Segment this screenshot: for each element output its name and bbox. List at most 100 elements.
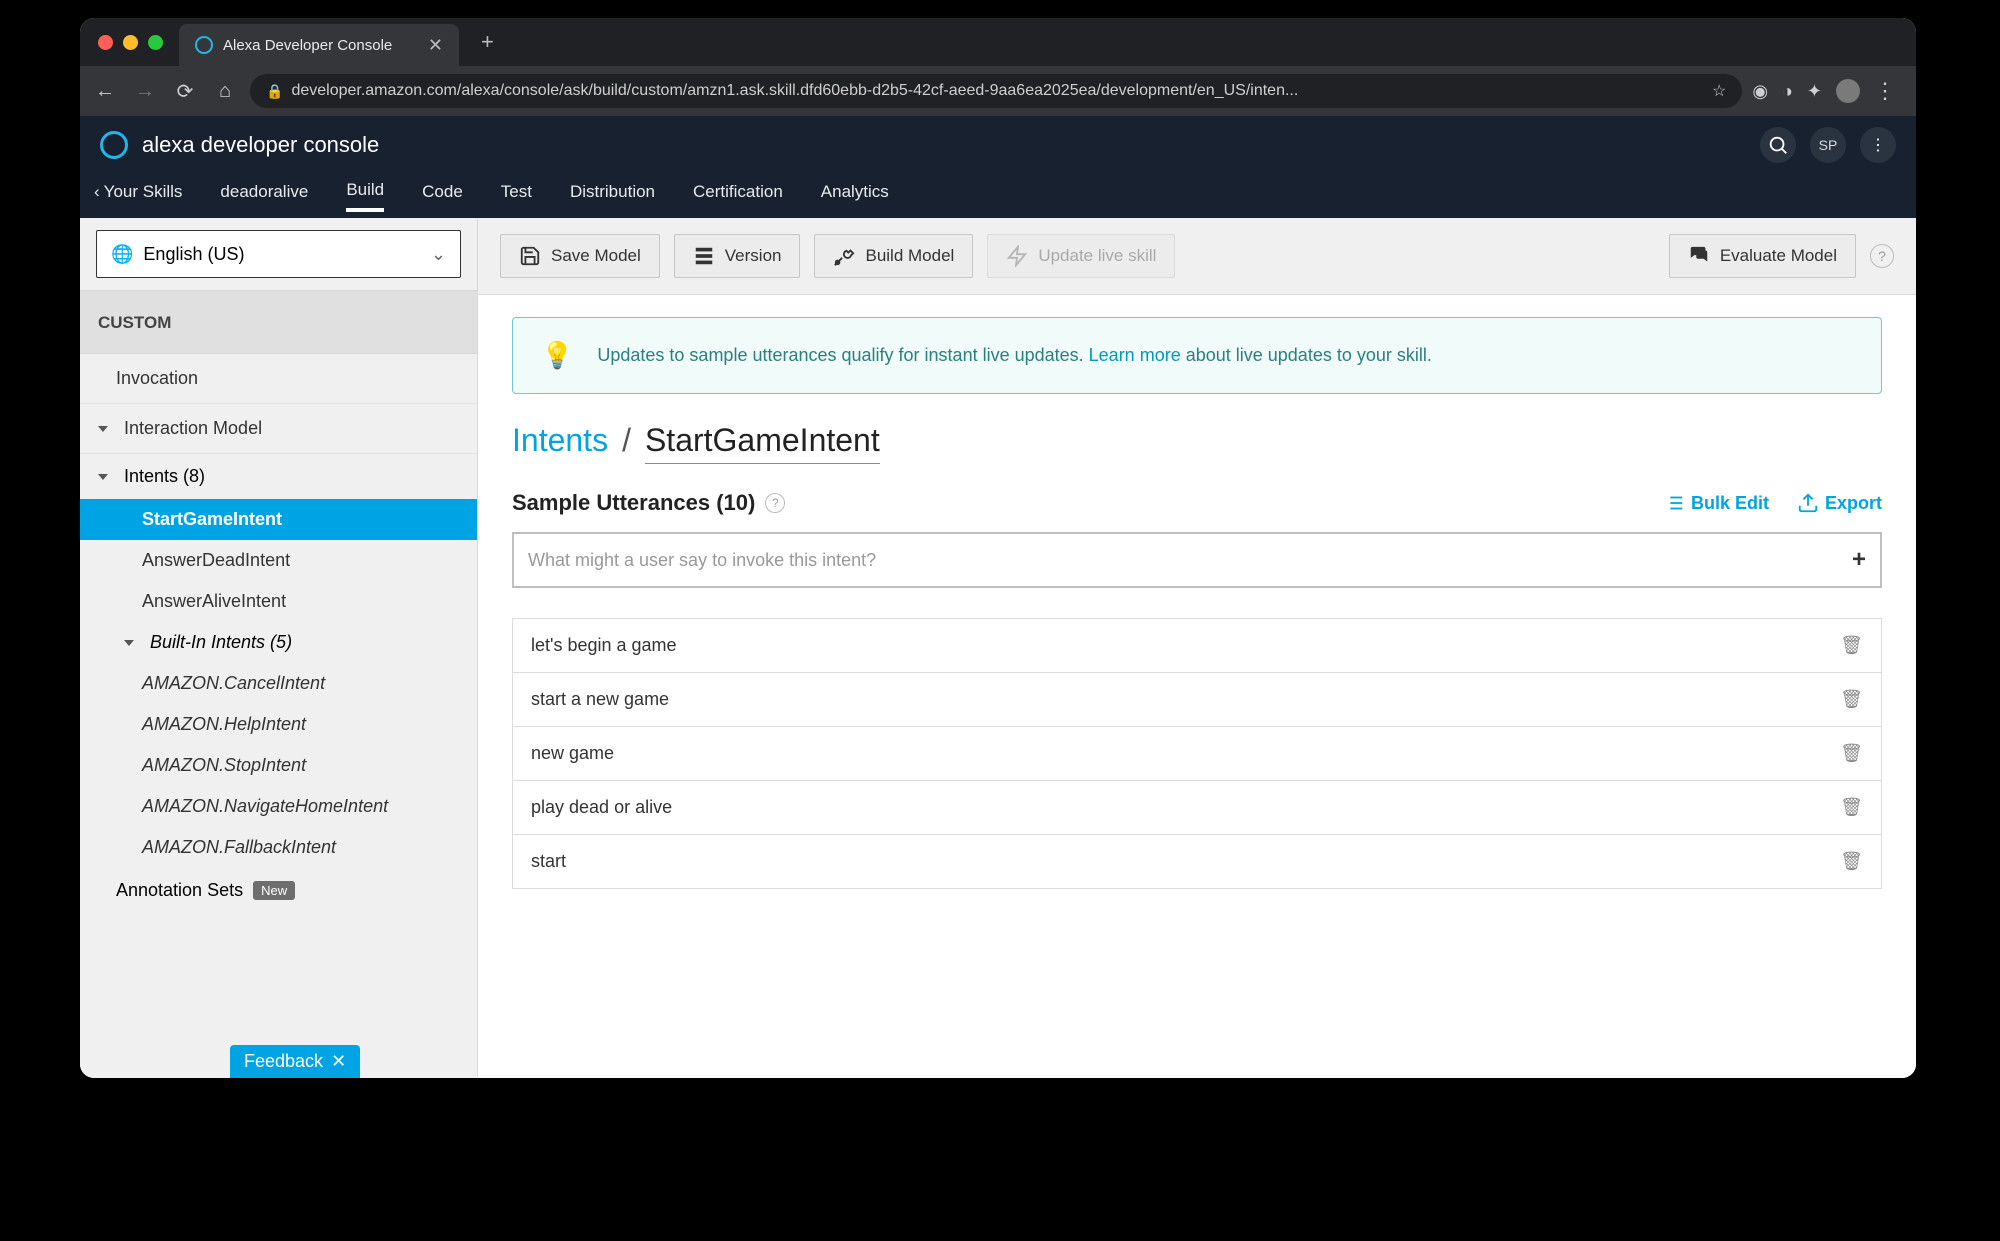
sidebar-item-invocation[interactable]: Invocation <box>80 354 477 404</box>
utterance-row[interactable]: new game 🗑 <box>513 727 1881 781</box>
annotation-sets-label: Annotation Sets <box>116 880 243 901</box>
utterance-text: let's begin a game <box>531 635 677 656</box>
breadcrumb-root[interactable]: Intents <box>512 422 608 459</box>
save-model-label: Save Model <box>551 246 641 266</box>
chat-icon <box>1688 245 1710 267</box>
sidebar-builtin-navigatehome[interactable]: AMAZON.NavigateHomeIntent <box>80 786 477 827</box>
console-nav: ‹ Your Skills deadoralive Build Code Tes… <box>80 174 1916 218</box>
feedback-button[interactable]: Feedback ✕ <box>230 1045 360 1078</box>
sidebar-item-intents[interactable]: Intents (8) <box>80 454 477 499</box>
close-icon[interactable]: ✕ <box>331 1051 346 1072</box>
update-live-skill-button: Update live skill <box>987 234 1175 278</box>
extension-icon[interactable]: ◑ <box>1782 81 1793 102</box>
nav-tab-test[interactable]: Test <box>501 182 532 210</box>
nav-tab-distribution[interactable]: Distribution <box>570 182 655 210</box>
banner-text-post: about live updates to your skill. <box>1181 345 1432 365</box>
address-bar[interactable]: 🔒 developer.amazon.com/alexa/console/ask… <box>250 74 1742 108</box>
wrench-icon <box>833 245 855 267</box>
new-tab-button[interactable]: + <box>467 29 508 55</box>
sidebar-intent-answeralive[interactable]: AnswerAliveIntent <box>80 581 477 622</box>
utterance-row[interactable]: start 🗑 <box>513 835 1881 888</box>
extension-puzzle-icon[interactable]: ✦ <box>1807 81 1822 102</box>
alexa-logo-icon <box>100 131 128 159</box>
version-button[interactable]: Version <box>674 234 801 278</box>
info-banner-text: Updates to sample utterances qualify for… <box>597 345 1431 366</box>
forward-icon[interactable]: → <box>130 80 160 103</box>
sidebar-builtin-stop[interactable]: AMAZON.StopIntent <box>80 745 477 786</box>
sidebar-item-annotation-sets[interactable]: Annotation Sets New <box>80 868 477 911</box>
chevron-left-icon: ‹ <box>94 182 100 202</box>
sample-utterances-header: Sample Utterances (10) ? Bulk Edit Expor… <box>512 490 1882 516</box>
trash-icon[interactable]: 🗑 <box>1840 635 1863 656</box>
nav-back-label: Your Skills <box>104 182 183 202</box>
help-icon[interactable]: ? <box>765 493 785 513</box>
home-icon[interactable]: ⌂ <box>210 80 240 103</box>
utterance-row[interactable]: start a new game 🗑 <box>513 673 1881 727</box>
build-model-button[interactable]: Build Model <box>814 234 973 278</box>
search-icon <box>1767 134 1789 156</box>
browser-tabbar: Alexa Developer Console ✕ + <box>80 18 1916 66</box>
main-area: 🌐 English (US) ⌄ CUSTOM Invocation Inter… <box>80 218 1916 1078</box>
sidebar-builtin-cancel[interactable]: AMAZON.CancelIntent <box>80 663 477 704</box>
language-selector[interactable]: 🌐 English (US) ⌄ <box>96 230 461 278</box>
nav-tab-certification[interactable]: Certification <box>693 182 783 210</box>
trash-icon[interactable]: 🗑 <box>1840 743 1863 764</box>
close-tab-icon[interactable]: ✕ <box>428 35 443 56</box>
save-model-button[interactable]: Save Model <box>500 234 660 278</box>
close-window-icon[interactable] <box>98 35 113 50</box>
utterance-text: start a new game <box>531 689 669 710</box>
language-label: English (US) <box>143 244 244 265</box>
build-model-label: Build Model <box>865 246 954 266</box>
reload-icon[interactable]: ⟳ <box>170 79 200 104</box>
sidebar-builtin-help[interactable]: AMAZON.HelpIntent <box>80 704 477 745</box>
sidebar-item-builtin-intents[interactable]: Built-In Intents (5) <box>80 622 477 663</box>
browser-tab[interactable]: Alexa Developer Console ✕ <box>179 24 459 66</box>
console-menu-button[interactable]: ⋮ <box>1860 127 1896 163</box>
utterance-row[interactable]: let's begin a game 🗑 <box>513 619 1881 673</box>
nav-tab-analytics[interactable]: Analytics <box>821 182 889 210</box>
nav-tab-code[interactable]: Code <box>422 182 463 210</box>
profile-avatar[interactable] <box>1836 79 1860 103</box>
console-title: alexa developer console <box>142 132 379 158</box>
sidebar-intent-startgame[interactable]: StartGameIntent <box>80 499 477 540</box>
url-text: developer.amazon.com/alexa/console/ask/b… <box>291 82 1298 100</box>
sidebar-intent-answerdead[interactable]: AnswerDeadIntent <box>80 540 477 581</box>
globe-icon: 🌐 <box>111 244 133 265</box>
learn-more-link[interactable]: Learn more <box>1089 345 1181 365</box>
bulk-edit-link[interactable]: Bulk Edit <box>1663 492 1769 514</box>
page-body: 💡 Updates to sample utterances qualify f… <box>478 295 1916 1078</box>
version-label: Version <box>725 246 782 266</box>
browser-extensions: ◉ ◑ ✦ ⋮ <box>1752 78 1906 104</box>
chrome-menu-icon[interactable]: ⋮ <box>1874 78 1896 104</box>
back-icon[interactable]: ← <box>90 80 120 103</box>
bolt-icon <box>1006 245 1028 267</box>
trash-icon[interactable]: 🗑 <box>1840 797 1863 818</box>
sidebar-item-interaction-model[interactable]: Interaction Model <box>80 404 477 454</box>
utterance-row[interactable]: play dead or alive 🗑 <box>513 781 1881 835</box>
bookmark-icon[interactable]: ☆ <box>1712 81 1726 101</box>
breadcrumb: Intents / StartGameIntent <box>512 422 1882 464</box>
extension-icon[interactable]: ◉ <box>1752 81 1768 102</box>
sidebar-builtin-fallback[interactable]: AMAZON.FallbackIntent <box>80 827 477 868</box>
utterance-placeholder: What might a user say to invoke this int… <box>528 550 876 571</box>
breadcrumb-current[interactable]: StartGameIntent <box>645 422 880 464</box>
bulk-edit-label: Bulk Edit <box>1691 493 1769 514</box>
info-banner: 💡 Updates to sample utterances qualify f… <box>512 317 1882 394</box>
nav-skill-name[interactable]: deadoralive <box>220 182 308 210</box>
user-initials-button[interactable]: SP <box>1810 127 1846 163</box>
add-utterance-button[interactable]: + <box>1852 546 1866 574</box>
nav-back-your-skills[interactable]: ‹ Your Skills <box>94 182 182 210</box>
search-button[interactable] <box>1760 127 1796 163</box>
minimize-window-icon[interactable] <box>123 35 138 50</box>
toolbar-help-icon[interactable]: ? <box>1870 244 1894 268</box>
trash-icon[interactable]: 🗑 <box>1840 851 1863 872</box>
export-link[interactable]: Export <box>1797 492 1882 514</box>
utterance-list: let's begin a game 🗑 start a new game 🗑 … <box>512 618 1882 889</box>
window-controls <box>90 35 171 50</box>
utterance-input[interactable]: What might a user say to invoke this int… <box>512 532 1882 588</box>
trash-icon[interactable]: 🗑 <box>1840 689 1863 710</box>
nav-tab-build[interactable]: Build <box>346 180 384 212</box>
maximize-window-icon[interactable] <box>148 35 163 50</box>
browser-window: Alexa Developer Console ✕ + ← → ⟳ ⌂ 🔒 de… <box>80 18 1916 1078</box>
evaluate-model-button[interactable]: Evaluate Model <box>1669 234 1856 278</box>
